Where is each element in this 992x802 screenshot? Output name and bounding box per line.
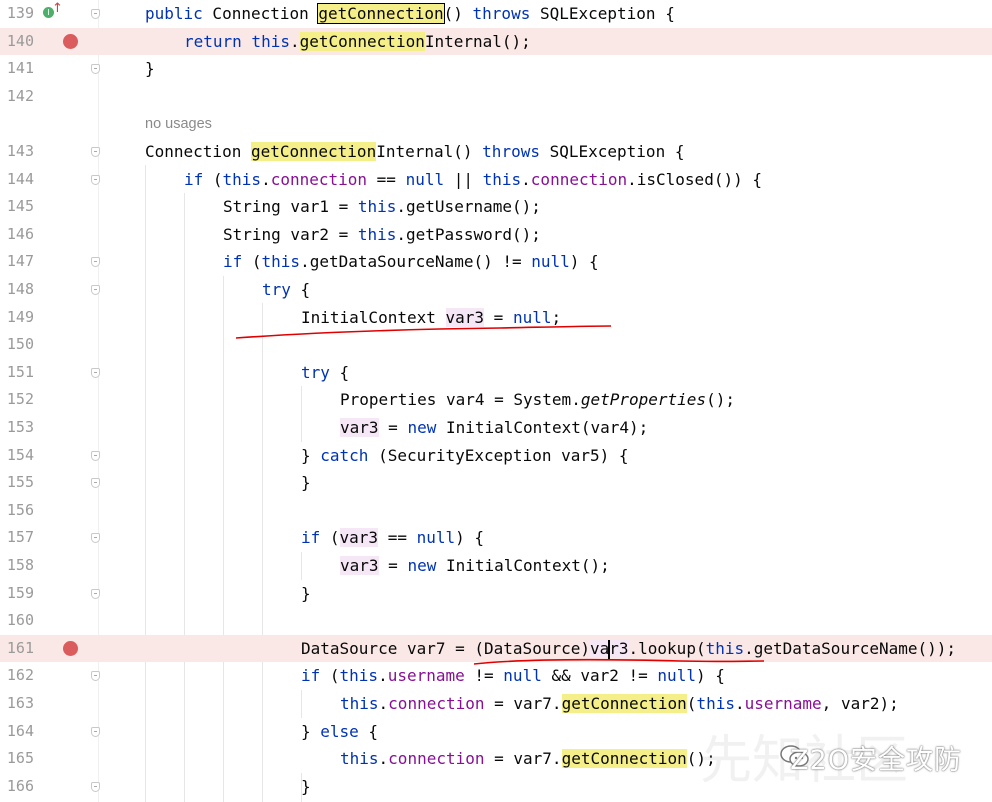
- watermark-text: Z2O安全攻防: [790, 745, 962, 776]
- code-editor[interactable]: 139 I ↑ public Connection getConnection(…: [0, 0, 992, 802]
- red-underline-annotation: [473, 658, 765, 665]
- annotation-layer: [235, 325, 765, 665]
- red-underline-annotation: [235, 325, 612, 339]
